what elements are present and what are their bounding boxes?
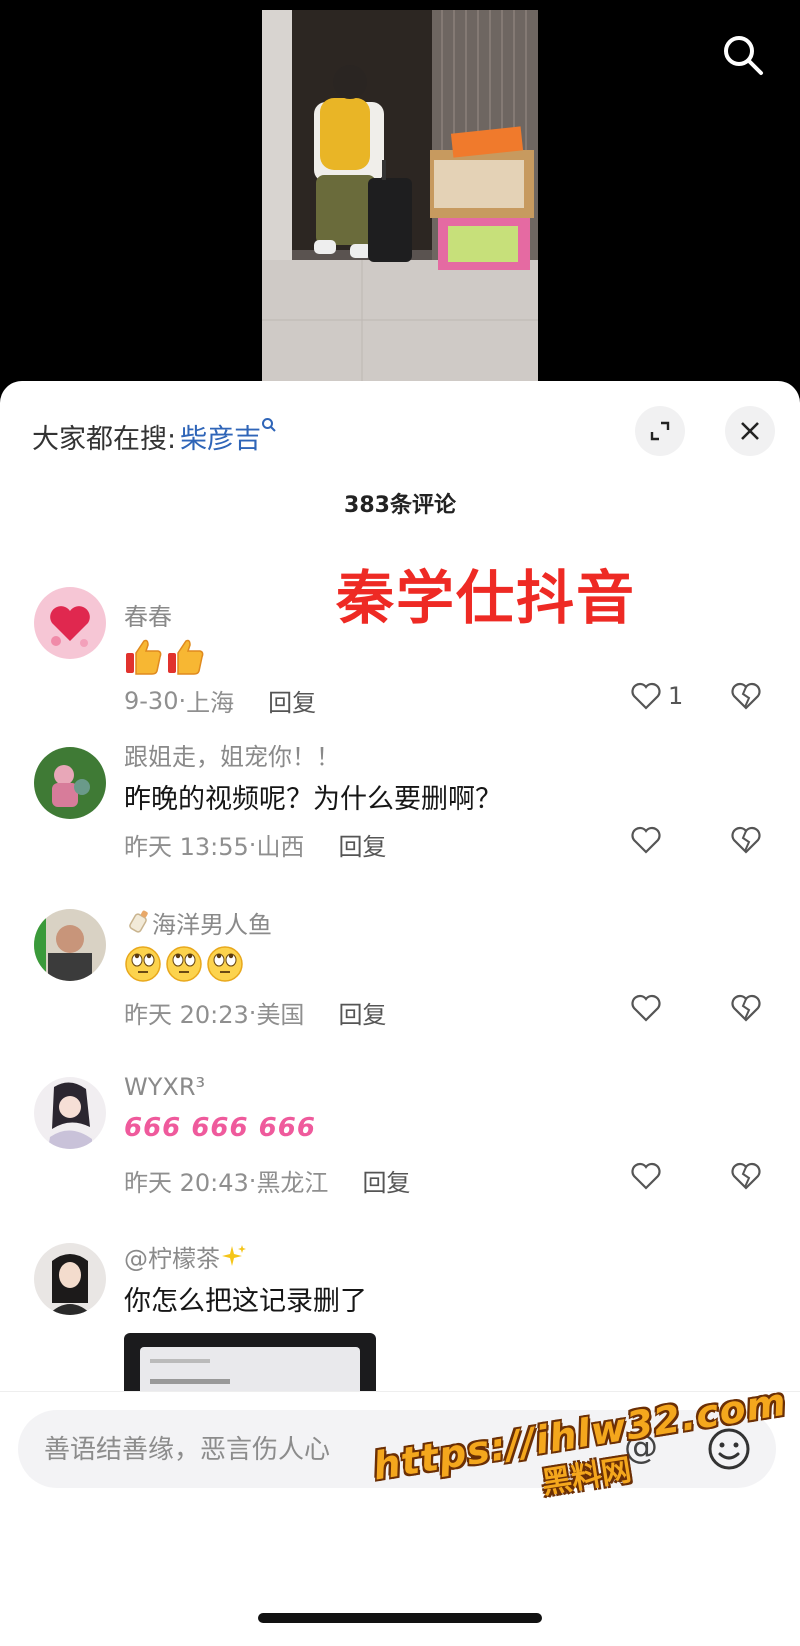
- comment-meta: 昨天 20:43 · 黑龙江 回复: [124, 1163, 410, 1198]
- avatar[interactable]: [34, 747, 106, 819]
- reply-button[interactable]: 回复: [362, 1163, 410, 1198]
- comment-emoji: 666 666 666: [124, 1113, 316, 1143]
- comment-item: 海洋男人鱼 昨天 20:23 · 美国 回复: [0, 895, 800, 1029]
- comment-count-title: 383条评论: [344, 493, 456, 518]
- thumbs-up-emoji-icon: [126, 639, 204, 675]
- comment-meta: 昨天 13:55 · 山西 回复: [124, 827, 386, 862]
- comment-item: WYXR³ 666 666 666 昨天 20:43 · 黑龙江 回复: [0, 1063, 800, 1197]
- comment-username[interactable]: @柠檬茶: [124, 1239, 248, 1274]
- reply-button[interactable]: 回复: [338, 827, 386, 862]
- dislike-button[interactable]: [730, 825, 762, 859]
- reply-button[interactable]: 回复: [338, 995, 386, 1030]
- comment-item: @柠檬茶 你怎么把这记录删了: [0, 1229, 800, 1457]
- dislike-button[interactable]: [730, 1161, 762, 1195]
- avatar[interactable]: [34, 1077, 106, 1149]
- comment-username[interactable]: 跟姐走，姐宠你！！: [124, 737, 340, 772]
- avatar-image: [34, 909, 106, 981]
- comment-text: 你怎么把这记录删了: [124, 1286, 367, 1317]
- search-suggestion-prefix: 大家都在搜:: [32, 424, 177, 455]
- expand-icon: [650, 421, 670, 441]
- like-count: 1: [668, 682, 684, 710]
- video-frame-image: [262, 10, 538, 382]
- search-suggestion[interactable]: 大家都在搜: 柴彦吉: [32, 417, 277, 456]
- meta-separator: ·: [248, 1166, 257, 1195]
- heart-icon: [631, 826, 661, 854]
- comment-date: 9-30: [124, 686, 179, 715]
- heart-icon: [631, 682, 661, 710]
- eye-roll-emoji-icon: [125, 946, 243, 982]
- like-button[interactable]: [630, 825, 662, 855]
- comment-meta: 9-30 · 上海 回复: [124, 683, 316, 718]
- heart-icon: [631, 994, 661, 1022]
- close-button[interactable]: [725, 406, 775, 456]
- comment-date: 昨天 20:23: [124, 1001, 249, 1029]
- meta-separator: ·: [178, 686, 187, 715]
- small-search-icon: [262, 418, 276, 432]
- broken-heart-icon: [731, 826, 761, 854]
- search-button[interactable]: [716, 28, 770, 82]
- meta-separator: ·: [248, 998, 257, 1027]
- comment-date: 昨天 20:43: [124, 1169, 249, 1197]
- broken-heart-icon: [731, 1162, 761, 1190]
- avatar-image: [34, 1077, 106, 1149]
- comment-sheet: 大家都在搜: 柴彦吉 383条评论 秦学仕抖音 春春 9-30 · 上海 回复 …: [0, 381, 800, 1646]
- comment-text: 昨晚的视频呢？为什么要删啊？: [124, 784, 502, 815]
- comment-input-bar: @ https://ihlw32.com 黑料网: [0, 1380, 800, 1646]
- broken-heart-icon: [731, 682, 761, 710]
- broken-heart-icon: [731, 994, 761, 1022]
- search-suggestion-keyword[interactable]: 柴彦吉: [180, 417, 277, 456]
- comment-emoji: [124, 637, 208, 677]
- home-indicator[interactable]: [258, 1613, 542, 1623]
- meta-separator: ·: [248, 830, 257, 859]
- avatar[interactable]: [34, 587, 106, 659]
- like-button[interactable]: 1: [630, 681, 683, 711]
- comment-username[interactable]: WYXR³: [124, 1073, 205, 1101]
- search-keyword-text: 柴彦吉: [180, 424, 262, 455]
- comment-location: 上海: [186, 689, 235, 717]
- username-text: 海洋男人鱼: [152, 911, 272, 939]
- comment-location: 美国: [256, 1001, 305, 1029]
- close-icon: [741, 422, 759, 440]
- avatar[interactable]: [34, 909, 106, 981]
- six-six-six-emoji-text: 666 666 666: [124, 1113, 316, 1143]
- comment-username[interactable]: 海洋男人鱼: [124, 905, 272, 940]
- sparkles-emoji-icon: [222, 1244, 246, 1266]
- reply-button[interactable]: 回复: [268, 683, 316, 718]
- comment-item: 春春 9-30 · 上海 回复 1: [0, 587, 800, 717]
- dislike-button[interactable]: [730, 681, 762, 715]
- avatar-image: [34, 1243, 106, 1315]
- comment-location: 黑龙江: [256, 1169, 329, 1197]
- avatar-image: [34, 587, 106, 659]
- like-button[interactable]: [630, 1161, 662, 1191]
- comment-emoji: [124, 945, 244, 983]
- comment-location: 山西: [256, 833, 305, 861]
- comment-date: 昨天 13:55: [124, 833, 249, 861]
- watermark: https://ihlw32.com 黑料网: [370, 1380, 796, 1528]
- comment-username[interactable]: 春春: [124, 597, 172, 632]
- heart-icon: [631, 1162, 661, 1190]
- comment-meta: 昨天 20:23 · 美国 回复: [124, 995, 386, 1030]
- like-button[interactable]: [630, 993, 662, 1023]
- avatar[interactable]: [34, 1243, 106, 1315]
- search-icon: [724, 36, 763, 75]
- baby-bottle-emoji-icon: [124, 907, 150, 939]
- dislike-button[interactable]: [730, 993, 762, 1027]
- avatar-image: [34, 747, 106, 819]
- expand-button[interactable]: [635, 406, 685, 456]
- video-player[interactable]: [262, 10, 538, 382]
- comment-item: 跟姐走，姐宠你！！ 昨晚的视频呢？为什么要删啊？ 昨天 13:55 · 山西 回…: [0, 727, 800, 861]
- username-text: @柠檬茶: [124, 1245, 220, 1273]
